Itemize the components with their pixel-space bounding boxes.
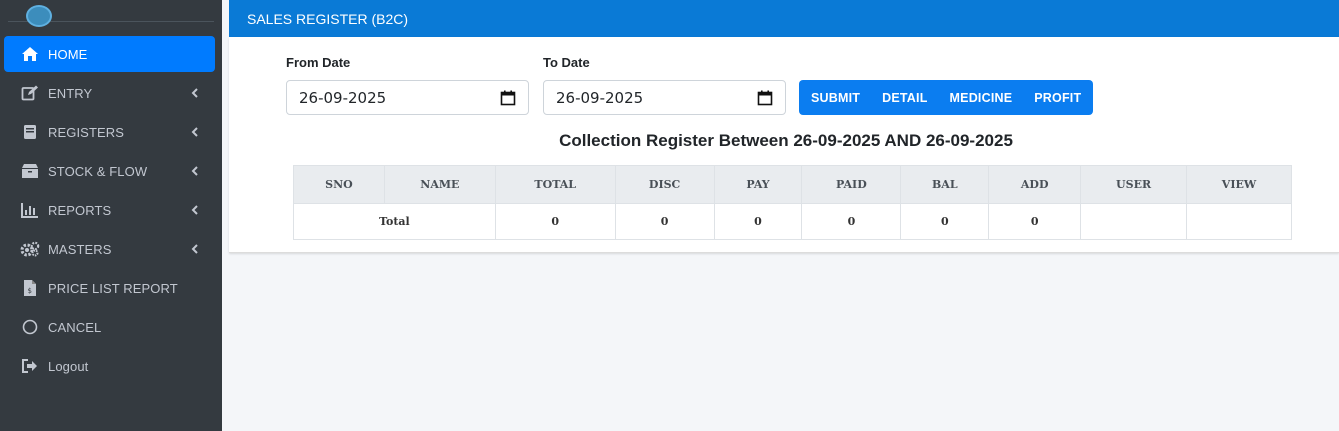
- report-title-text: Collection Register Between 26-09-2025 A…: [559, 131, 1013, 150]
- chevron-left-icon: [189, 164, 201, 178]
- home-icon: [20, 45, 40, 63]
- sidebar-item-label: PRICE LIST REPORT: [48, 280, 178, 296]
- column-header-user[interactable]: USER: [1080, 165, 1188, 204]
- view-cell: [1186, 203, 1292, 240]
- collection-register-table: SNO NAME TOTAL DISC PAY PAID BAL ADD USE…: [293, 165, 1292, 240]
- profit-button[interactable]: PROFIT: [1034, 91, 1081, 105]
- sidebar-item-stock-flow[interactable]: STOCK & FLOW: [4, 153, 215, 189]
- column-header-disc[interactable]: DISC: [614, 165, 715, 204]
- column-header-name[interactable]: NAME: [383, 165, 496, 204]
- calendar-icon[interactable]: [500, 90, 516, 106]
- sidebar-item-label: REPORTS: [48, 202, 112, 218]
- to-date-label: To Date: [543, 55, 590, 70]
- brand-logo[interactable]: [26, 5, 52, 27]
- sidebar-item-home[interactable]: HOME: [4, 36, 215, 72]
- column-header-add[interactable]: ADD: [988, 165, 1082, 204]
- to-date-value: 26-09-2025: [556, 88, 644, 107]
- book-icon: [20, 123, 40, 141]
- bar-chart-icon: [20, 201, 40, 219]
- paid-cell: 0: [801, 203, 902, 240]
- sidebar-nav: HOME ENTRY REGISTERS STOCK & FLOW REPORT…: [4, 36, 215, 387]
- user-cell: [1080, 203, 1188, 240]
- calendar-icon[interactable]: [757, 90, 773, 106]
- sidebar-item-label: Logout: [48, 358, 89, 374]
- total-cell: 0: [494, 203, 616, 240]
- from-date-value: 26-09-2025: [299, 88, 387, 107]
- column-header-bal[interactable]: BAL: [900, 165, 990, 204]
- sidebar-item-reports[interactable]: REPORTS: [4, 192, 215, 228]
- table-header-row: SNO NAME TOTAL DISC PAY PAID BAL ADD USE…: [293, 165, 1292, 204]
- column-header-total[interactable]: TOTAL: [494, 165, 616, 204]
- table-total-row: Total 0 0 0 0 0 0: [293, 203, 1292, 240]
- sidebar-item-logout[interactable]: Logout: [4, 348, 215, 384]
- detail-button[interactable]: DETAIL: [882, 91, 927, 105]
- chevron-left-icon: [189, 86, 201, 100]
- chevron-left-icon: [189, 125, 201, 139]
- bal-cell: 0: [900, 203, 990, 240]
- column-header-view[interactable]: VIEW: [1186, 165, 1292, 204]
- disc-cell: 0: [614, 203, 715, 240]
- total-label-cell: Total: [293, 203, 496, 240]
- brand-divider: [8, 5, 214, 27]
- sidebar-item-registers[interactable]: REGISTERS: [4, 114, 215, 150]
- action-button-group: SUBMIT DETAIL MEDICINE PROFIT: [799, 80, 1094, 115]
- sidebar-item-entry[interactable]: ENTRY: [4, 75, 215, 111]
- edit-icon: [20, 84, 40, 102]
- circle-icon: [20, 318, 40, 336]
- sidebar-item-label: HOME: [48, 46, 88, 62]
- column-header-pay[interactable]: PAY: [713, 165, 803, 204]
- sidebar: HOME ENTRY REGISTERS STOCK & FLOW REPORT…: [0, 0, 222, 431]
- column-header-sno[interactable]: SNO: [293, 165, 385, 204]
- sidebar-item-label: REGISTERS: [48, 124, 125, 140]
- column-header-paid[interactable]: PAID: [801, 165, 902, 204]
- page-header: SALES REGISTER (B2C): [229, 0, 1339, 37]
- add-cell: 0: [988, 203, 1082, 240]
- page-title: SALES REGISTER (B2C): [247, 10, 409, 27]
- from-date-input[interactable]: 26-09-2025: [286, 80, 529, 115]
- invoice-icon: $: [20, 279, 40, 297]
- sidebar-item-label: MASTERS: [48, 241, 112, 257]
- box-icon: [20, 162, 40, 180]
- sidebar-item-price-list-report[interactable]: $ PRICE LIST REPORT: [4, 270, 215, 306]
- sidebar-item-cancel[interactable]: CANCEL: [4, 309, 215, 345]
- chevron-left-icon: [189, 203, 201, 217]
- chevron-left-icon: [189, 242, 201, 256]
- sidebar-item-masters[interactable]: MASTERS: [4, 231, 215, 267]
- sidebar-item-label: ENTRY: [48, 85, 93, 101]
- logout-icon: [20, 357, 40, 375]
- sidebar-item-label: CANCEL: [48, 319, 102, 335]
- sidebar-item-label: STOCK & FLOW: [48, 163, 148, 179]
- medicine-button[interactable]: MEDICINE: [950, 91, 1013, 105]
- report-title: Collection Register Between 26-09-2025 A…: [229, 131, 1339, 151]
- submit-button[interactable]: SUBMIT: [811, 91, 860, 105]
- from-date-label: From Date: [286, 55, 351, 70]
- svg-text:$: $: [28, 287, 32, 295]
- gears-icon: [20, 240, 40, 258]
- to-date-input[interactable]: 26-09-2025: [543, 80, 786, 115]
- pay-cell: 0: [713, 203, 803, 240]
- report-card: From Date 26-09-2025 To Date 26-09-2025 …: [229, 37, 1339, 253]
